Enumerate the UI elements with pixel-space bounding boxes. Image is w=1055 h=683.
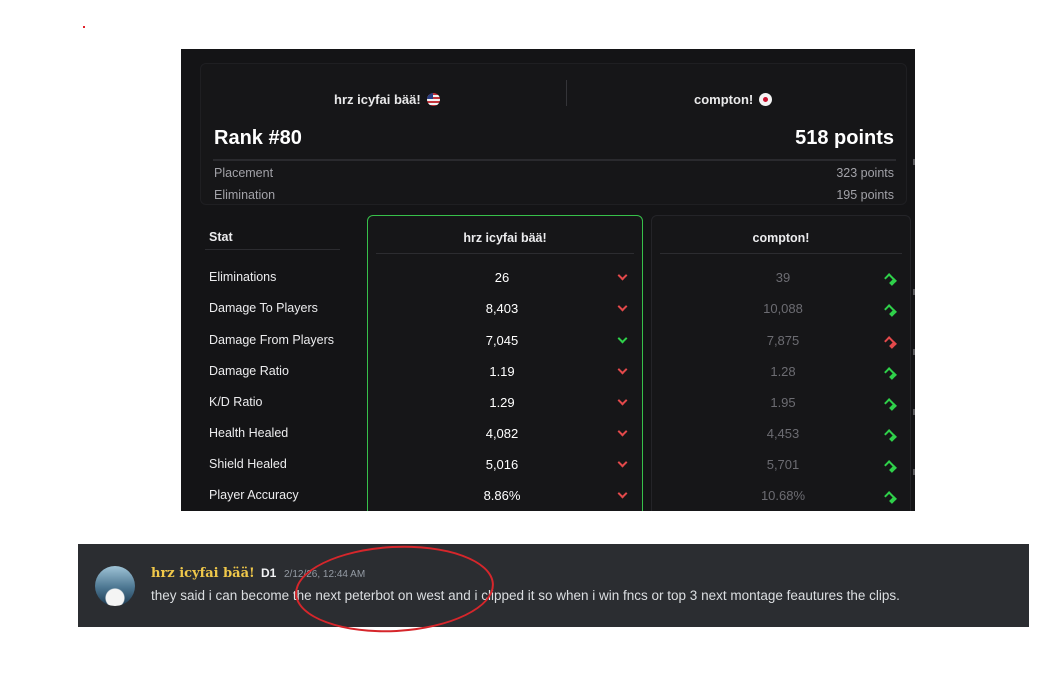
edge-tick (913, 469, 915, 475)
placement-label: Placement (214, 166, 274, 180)
chat-message: hrz icyfai bää! D1 2/12/26, 12:44 AM the… (78, 544, 1029, 627)
placement-points: 323 points (836, 166, 894, 180)
player-right-value: 10,088 (763, 301, 803, 316)
player-right-value: 39 (775, 270, 791, 285)
total-points: 518 points (795, 127, 894, 149)
edge-tick (913, 409, 915, 415)
col1-divider (376, 253, 634, 254)
player-right-value: 1.28 (770, 364, 796, 379)
player-left-value: 5,016 (485, 457, 519, 472)
stat-header-divider (205, 249, 340, 250)
message-text: they said i can become the next peterbot… (151, 588, 900, 603)
stat-label: Player Accuracy (209, 488, 299, 502)
stats-comparison-panel: hrz icyfai bää! compton! Rank #80 518 po… (181, 49, 915, 511)
stat-column-header: Stat (209, 230, 233, 244)
author-tag: D1 (261, 566, 277, 580)
stat-label: Damage From Players (209, 333, 335, 347)
edge-tick (913, 289, 915, 295)
player-left-value: 1.19 (489, 364, 515, 379)
stat-label: Damage Ratio (209, 364, 289, 378)
player-right-name: compton! (694, 92, 754, 107)
jp-flag-icon (759, 93, 773, 106)
elimination-points: 195 points (836, 188, 894, 202)
player-left-value: 1.29 (489, 395, 515, 410)
player-left-header[interactable]: hrz icyfai bää! (334, 92, 440, 107)
col2-header: compton! (752, 231, 810, 245)
edge-tick (913, 159, 915, 165)
message-author[interactable]: hrz icyfai bää! (151, 566, 255, 581)
stat-label: K/D Ratio (209, 395, 263, 409)
edge-tick (913, 349, 915, 355)
stat-label: Damage To Players (209, 301, 318, 315)
score-summary-card: hrz icyfai bää! compton! Rank #80 518 po… (200, 63, 907, 205)
us-flag-icon (426, 93, 440, 106)
player-right-value: 5,701 (766, 457, 800, 472)
player-left-value: 8,403 (485, 301, 519, 316)
player-divider (566, 80, 567, 106)
rank-label: Rank #80 (214, 127, 302, 149)
player-left-value: 8.86% (483, 488, 521, 503)
player-left-value: 26 (494, 270, 510, 285)
player-left-value: 4,082 (485, 426, 519, 441)
player-right-header[interactable]: compton! (694, 92, 773, 107)
player-left-value: 7,045 (485, 333, 519, 348)
stat-label: Eliminations (209, 270, 277, 284)
stat-label: Shield Healed (209, 457, 287, 471)
player-right-value: 7,875 (766, 333, 800, 348)
player-left-name: hrz icyfai bää! (334, 92, 421, 107)
avatar[interactable] (95, 566, 135, 606)
stat-label: Health Healed (209, 426, 289, 440)
player-right-value: 10.68% (760, 488, 806, 503)
col1-header: hrz icyfai bää! (463, 231, 547, 245)
player-right-value: 4,453 (766, 426, 800, 441)
summary-divider (213, 159, 896, 161)
red-dot-mark (83, 26, 85, 28)
player-right-value: 1.95 (770, 395, 796, 410)
col2-divider (660, 253, 902, 254)
elimination-label: Elimination (214, 188, 276, 202)
